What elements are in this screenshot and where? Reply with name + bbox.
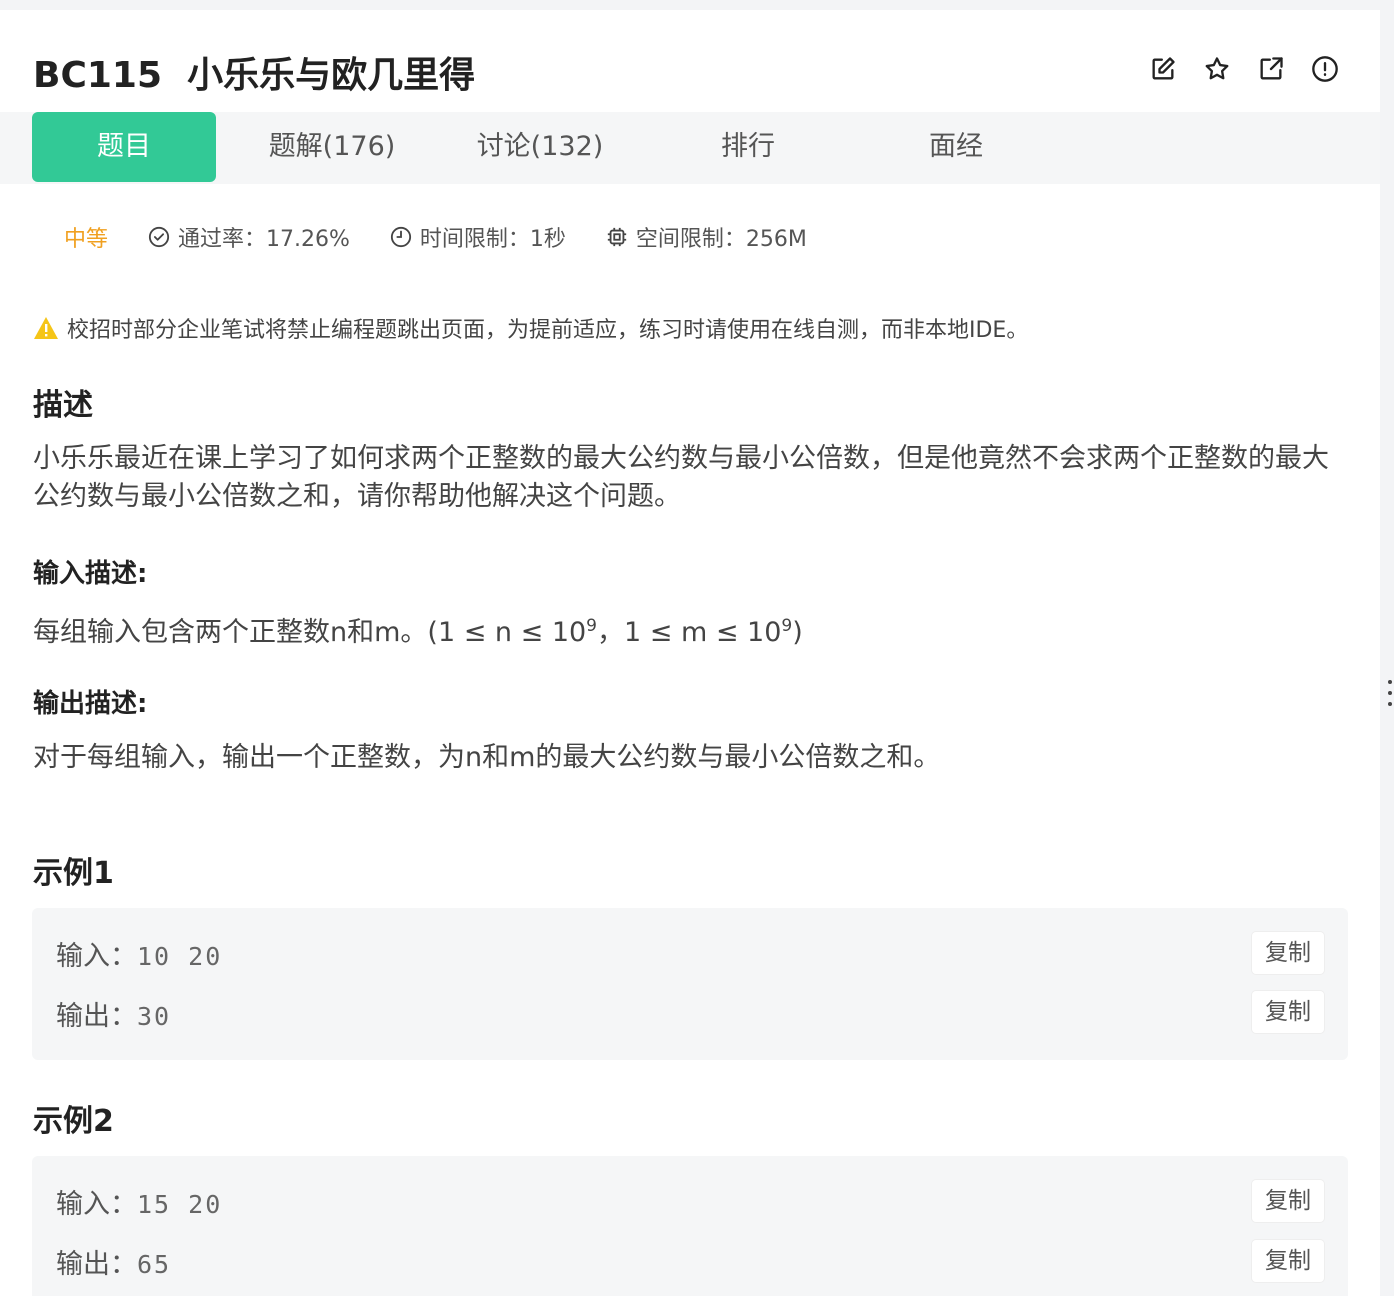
- copy-output-button[interactable]: 复制: [1252, 991, 1324, 1033]
- example-1-box: 输入：10 20 复制 输出：30 复制: [32, 908, 1348, 1060]
- panel-resize-handle[interactable]: [1388, 680, 1392, 712]
- example-2-input-value: 15 20: [137, 1190, 223, 1219]
- description-heading: 描述: [33, 388, 93, 423]
- example-1-heading: 示例1: [33, 856, 114, 891]
- check-circle-icon: [148, 226, 170, 248]
- input-desc-text: 每组输入包含两个正整数n和m。(1 ≤ n ≤ 109，1 ≤ m ≤ 109): [33, 607, 1353, 652]
- input-desc-prefix: 每组输入包含两个正整数n和m。(1 ≤ n ≤ 10: [33, 617, 587, 648]
- example-1-output-label: 输出：: [56, 1001, 137, 1032]
- report-icon[interactable]: [1310, 54, 1340, 84]
- example-1-input-label: 输入：: [56, 941, 137, 972]
- pass-rate-text: 通过率：17.26%: [178, 227, 350, 252]
- copy-output-button[interactable]: 复制: [1252, 1240, 1324, 1282]
- clock-icon: [390, 226, 411, 248]
- problem-meta: 中等 通过率：17.26% 时间限制：1秒 空间限制：256M: [64, 222, 847, 252]
- warning-icon: [34, 317, 58, 339]
- tab-interview[interactable]: 面经: [862, 112, 1050, 182]
- example-2-output-label: 输出：: [56, 1249, 137, 1280]
- time-limit-text: 时间限制：1秒: [419, 227, 566, 252]
- tab-solutions[interactable]: 题解(176): [238, 112, 426, 182]
- notice-text: 校招时部分企业笔试将禁止编程题跳出页面，为提前适应，练习时请使用在线自测，而非本…: [67, 318, 1029, 343]
- example-1-output: 输出：30: [56, 994, 171, 1033]
- example-2-input: 输入：15 20: [56, 1182, 222, 1221]
- example-2-output: 输出：65: [56, 1242, 171, 1281]
- input-desc-exp2: 9: [781, 616, 793, 636]
- edit-icon[interactable]: [1148, 54, 1178, 84]
- chip-icon: [607, 227, 627, 247]
- copy-input-button[interactable]: 复制: [1252, 1180, 1324, 1222]
- input-desc-exp1: 9: [586, 616, 597, 636]
- share-icon[interactable]: [1256, 54, 1286, 84]
- problem-header: BC115 小乐乐与欧几里得: [0, 10, 1380, 112]
- difficulty-badge: 中等: [64, 227, 109, 252]
- description-text: 小乐乐最近在课上学习了如何求两个正整数的最大公约数与最小公倍数，但是他竟然不会求…: [33, 443, 1329, 512]
- output-desc-text: 对于每组输入，输出一个正整数，为n和m的最大公约数与最小公倍数之和。: [33, 742, 941, 773]
- time-limit: 时间限制：1秒: [390, 221, 566, 253]
- problem-title: BC115 小乐乐与欧几里得: [33, 55, 476, 96]
- example-2-box: 输入：15 20 复制 输出：65 复制: [32, 1156, 1348, 1296]
- example-1-input: 输入：10 20: [56, 934, 222, 973]
- example-1-output-value: 30: [137, 1002, 172, 1031]
- output-desc-heading: 输出描述:: [33, 689, 148, 719]
- example-2-output-value: 65: [137, 1250, 172, 1279]
- problem-panel: BC115 小乐乐与欧几里得 题目 题解(176) 讨论(132) 排行 面经 …: [0, 10, 1380, 1296]
- input-desc-suffix: ): [792, 617, 803, 648]
- input-desc-middle: ，1 ≤ m ≤ 10: [597, 617, 782, 648]
- example-2-input-label: 输入：: [56, 1189, 137, 1220]
- header-actions: [1148, 54, 1340, 84]
- example-1-input-value: 10 20: [137, 942, 223, 971]
- tab-ranking[interactable]: 排行: [654, 112, 842, 182]
- space-limit-text: 空间限制：256M: [635, 227, 807, 252]
- input-desc-heading: 输入描述:: [33, 559, 148, 589]
- tab-discussion[interactable]: 讨论(132): [446, 112, 634, 182]
- exam-notice: 校招时部分企业笔试将禁止编程题跳出页面，为提前适应，练习时请使用在线自测，而非本…: [33, 312, 1028, 344]
- pass-rate: 通过率：17.26%: [148, 221, 350, 253]
- copy-input-button[interactable]: 复制: [1252, 932, 1324, 974]
- tab-problem[interactable]: 题目: [32, 112, 216, 182]
- space-limit: 空间限制：256M: [606, 221, 807, 253]
- star-icon[interactable]: [1202, 54, 1232, 84]
- tab-bar: 题目 题解(176) 讨论(132) 排行 面经: [0, 112, 1380, 184]
- example-2-heading: 示例2: [33, 1104, 114, 1139]
